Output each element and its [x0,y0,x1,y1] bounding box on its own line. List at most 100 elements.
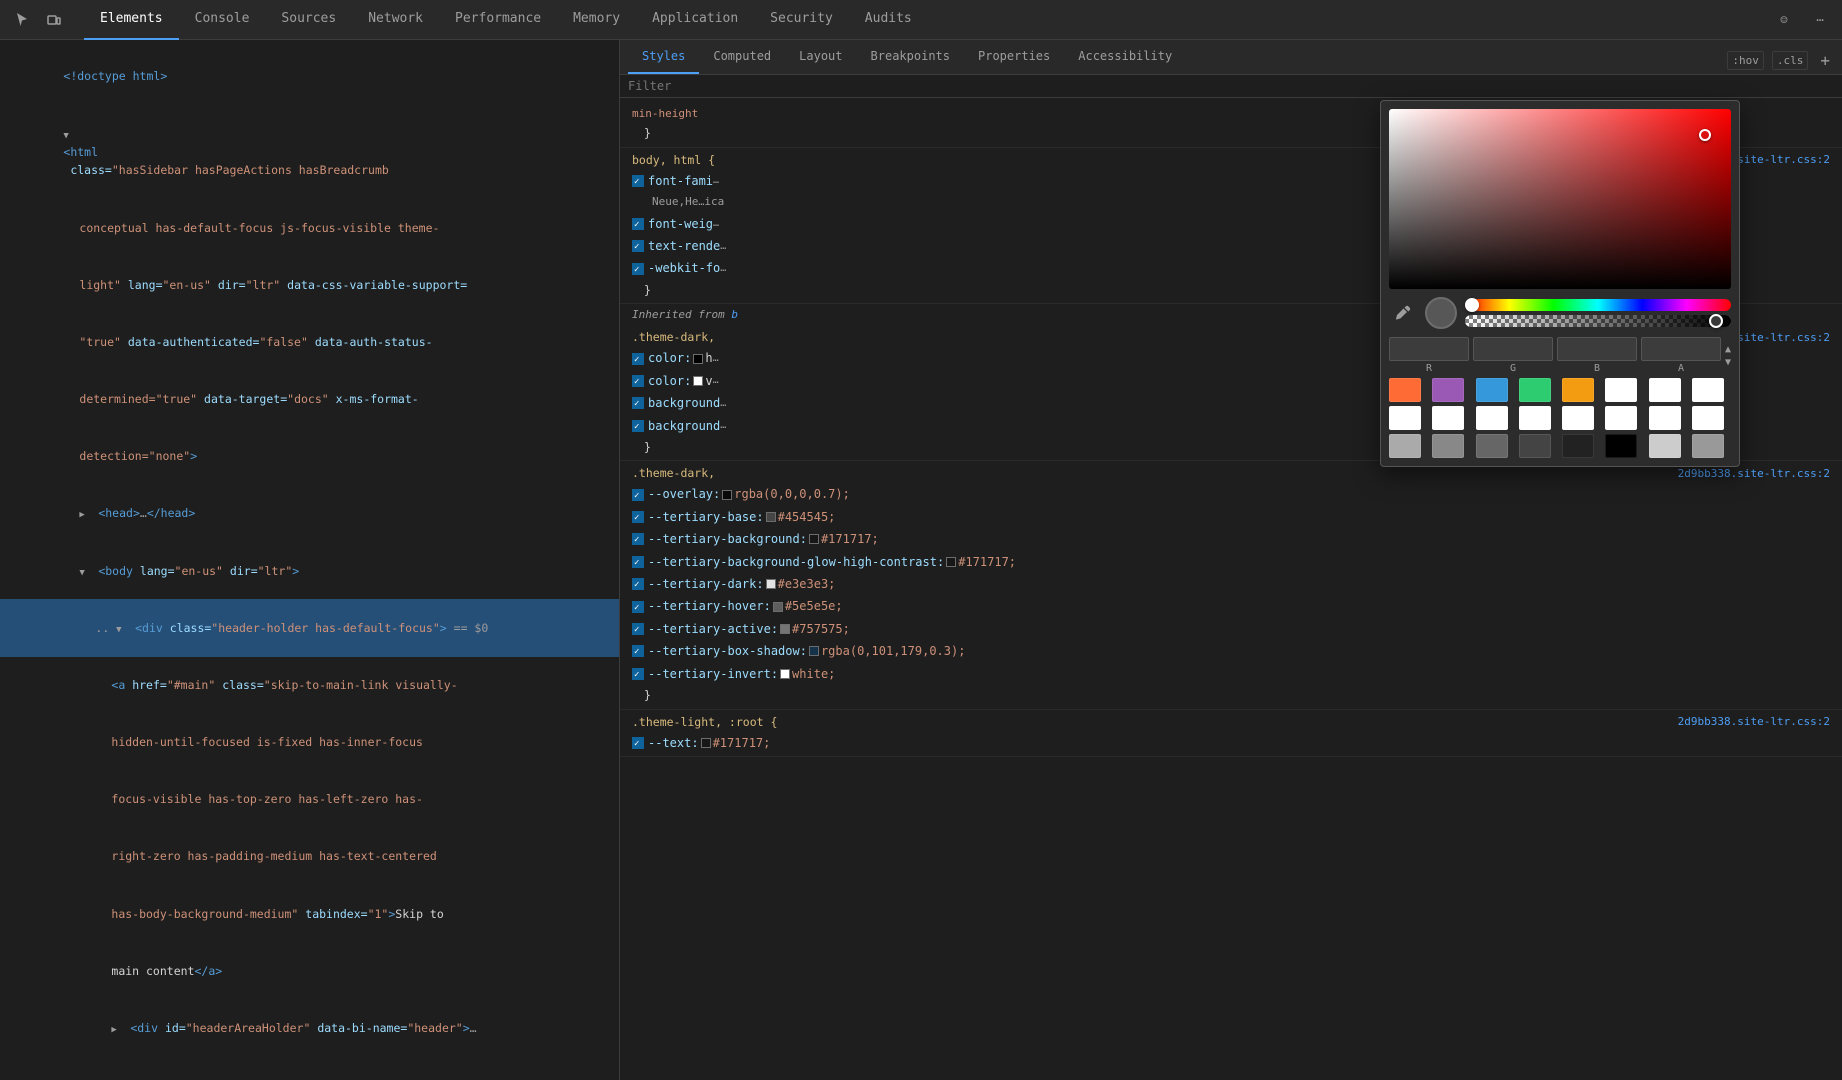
css-checkbox[interactable] [632,533,644,545]
color-swatch[interactable] [693,376,703,386]
color-swatch[interactable] [773,602,783,612]
filter-input[interactable] [628,79,828,93]
tab-properties[interactable]: Properties [964,40,1064,74]
css-checkbox[interactable] [632,397,644,409]
css-checkbox[interactable] [632,578,644,590]
swatch-white7[interactable] [1519,406,1551,430]
b-input[interactable]: 0 [1557,337,1637,361]
tab-accessibility[interactable]: Accessibility [1064,40,1186,74]
color-swatch-overlay[interactable] [722,490,732,500]
cursor-icon[interactable] [8,6,36,34]
tab-styles[interactable]: Styles [628,40,699,74]
tab-sources[interactable]: Sources [265,0,352,40]
swatch-gray2[interactable] [1432,434,1464,458]
color-swatch[interactable] [780,669,790,679]
hue-handle[interactable] [1465,298,1479,312]
swatch-orange[interactable] [1389,378,1421,402]
css-checkbox[interactable] [632,175,644,187]
css-checkbox[interactable] [632,489,644,501]
cls-button[interactable]: .cls [1772,51,1809,70]
swatch-gray4[interactable] [1519,434,1551,458]
css-checkbox[interactable] [632,375,644,387]
swatch-gray3[interactable] [1476,434,1508,458]
swatch-black[interactable] [1605,434,1637,458]
a-input[interactable]: 0.7 [1641,337,1721,361]
tab-application[interactable]: Application [636,0,754,40]
color-swatch[interactable] [693,354,703,364]
color-picker-popup: 0 R 0 G 0 B 0.7 A ▲ ▼ [1380,100,1740,467]
color-picker-handle[interactable] [1699,129,1711,141]
swatch-gray1[interactable] [1389,434,1421,458]
css-checkbox[interactable] [632,511,644,523]
arrow-down[interactable]: ▼ [1725,357,1731,368]
arrow-up[interactable]: ▲ [1725,344,1731,355]
color-gradient[interactable] [1389,109,1731,289]
swatch-white6[interactable] [1476,406,1508,430]
css-checkbox[interactable] [632,263,644,275]
swatch-white11[interactable] [1692,406,1724,430]
g-label: G [1510,363,1516,374]
html-line-highlighted[interactable]: .. <div class="header-holder has-default… [0,599,619,656]
css-checkbox[interactable] [632,601,644,613]
tab-computed[interactable]: Computed [699,40,785,74]
color-swatch[interactable] [701,738,711,748]
tab-memory[interactable]: Memory [557,0,636,40]
swatch-yellow[interactable] [1562,378,1594,402]
source-link[interactable]: 2d9bb338.site-ltr.css:2 [1678,467,1830,480]
tab-layout[interactable]: Layout [785,40,856,74]
css-checkbox[interactable] [632,737,644,749]
swatch-white5[interactable] [1432,406,1464,430]
tab-audits[interactable]: Audits [849,0,928,40]
swatch-white8[interactable] [1562,406,1594,430]
css-checkbox[interactable] [632,240,644,252]
html-line: <head>…</head> [0,485,619,542]
tab-console[interactable]: Console [179,0,266,40]
html-tree-panel[interactable]: <!doctype html> <html class="hasSidebar … [0,40,620,1080]
swatch-gray7[interactable] [1692,434,1724,458]
swatch-white3[interactable] [1692,378,1724,402]
css-section-theme-dark-2: .theme-dark, 2d9bb338.site-ltr.css:2 --o… [620,461,1842,709]
color-swatch-tertiary-base[interactable] [766,512,776,522]
hov-button[interactable]: :hov [1727,51,1764,70]
color-swatch[interactable] [780,624,790,634]
swatch-gray6[interactable] [1649,434,1681,458]
css-section-header: .theme-light, :root { 2d9bb338.site-ltr.… [620,712,1842,732]
swatch-white4[interactable] [1389,406,1421,430]
emoji-icon[interactable]: ☺ [1770,6,1798,34]
swatch-white1[interactable] [1605,378,1637,402]
tab-security[interactable]: Security [754,0,849,40]
tab-elements[interactable]: Elements [84,0,179,40]
swatch-white10[interactable] [1649,406,1681,430]
css-checkbox[interactable] [632,556,644,568]
color-swatch[interactable] [946,557,956,567]
r-input[interactable]: 0 [1389,337,1469,361]
css-checkbox[interactable] [632,218,644,230]
source-link[interactable]: 2d9bb338.site-ltr.css:2 [1678,715,1830,728]
eyedropper-button[interactable] [1389,299,1417,327]
tab-performance[interactable]: Performance [439,0,557,40]
alpha-slider[interactable] [1465,315,1731,327]
swatch-green[interactable] [1519,378,1551,402]
swatch-white9[interactable] [1605,406,1637,430]
html-line: hidden-until-focused is-fixed has-inner-… [0,714,619,771]
css-checkbox[interactable] [632,668,644,680]
device-icon[interactable] [40,6,68,34]
swatch-gray5[interactable] [1562,434,1594,458]
add-style-button[interactable]: + [1816,51,1834,70]
g-input[interactable]: 0 [1473,337,1553,361]
css-checkbox[interactable] [632,623,644,635]
swatch-white2[interactable] [1649,378,1681,402]
tab-network[interactable]: Network [352,0,439,40]
css-checkbox[interactable] [632,353,644,365]
hue-slider[interactable] [1465,299,1731,311]
color-swatch[interactable] [809,646,819,656]
css-checkbox[interactable] [632,420,644,432]
css-checkbox[interactable] [632,645,644,657]
tab-breakpoints[interactable]: Breakpoints [857,40,964,74]
swatch-purple[interactable] [1432,378,1464,402]
swatch-blue[interactable] [1476,378,1508,402]
more-icon[interactable]: ⋯ [1806,6,1834,34]
color-swatch-tertiary-bg[interactable] [809,534,819,544]
color-swatch[interactable] [766,579,776,589]
alpha-handle[interactable] [1709,314,1723,328]
